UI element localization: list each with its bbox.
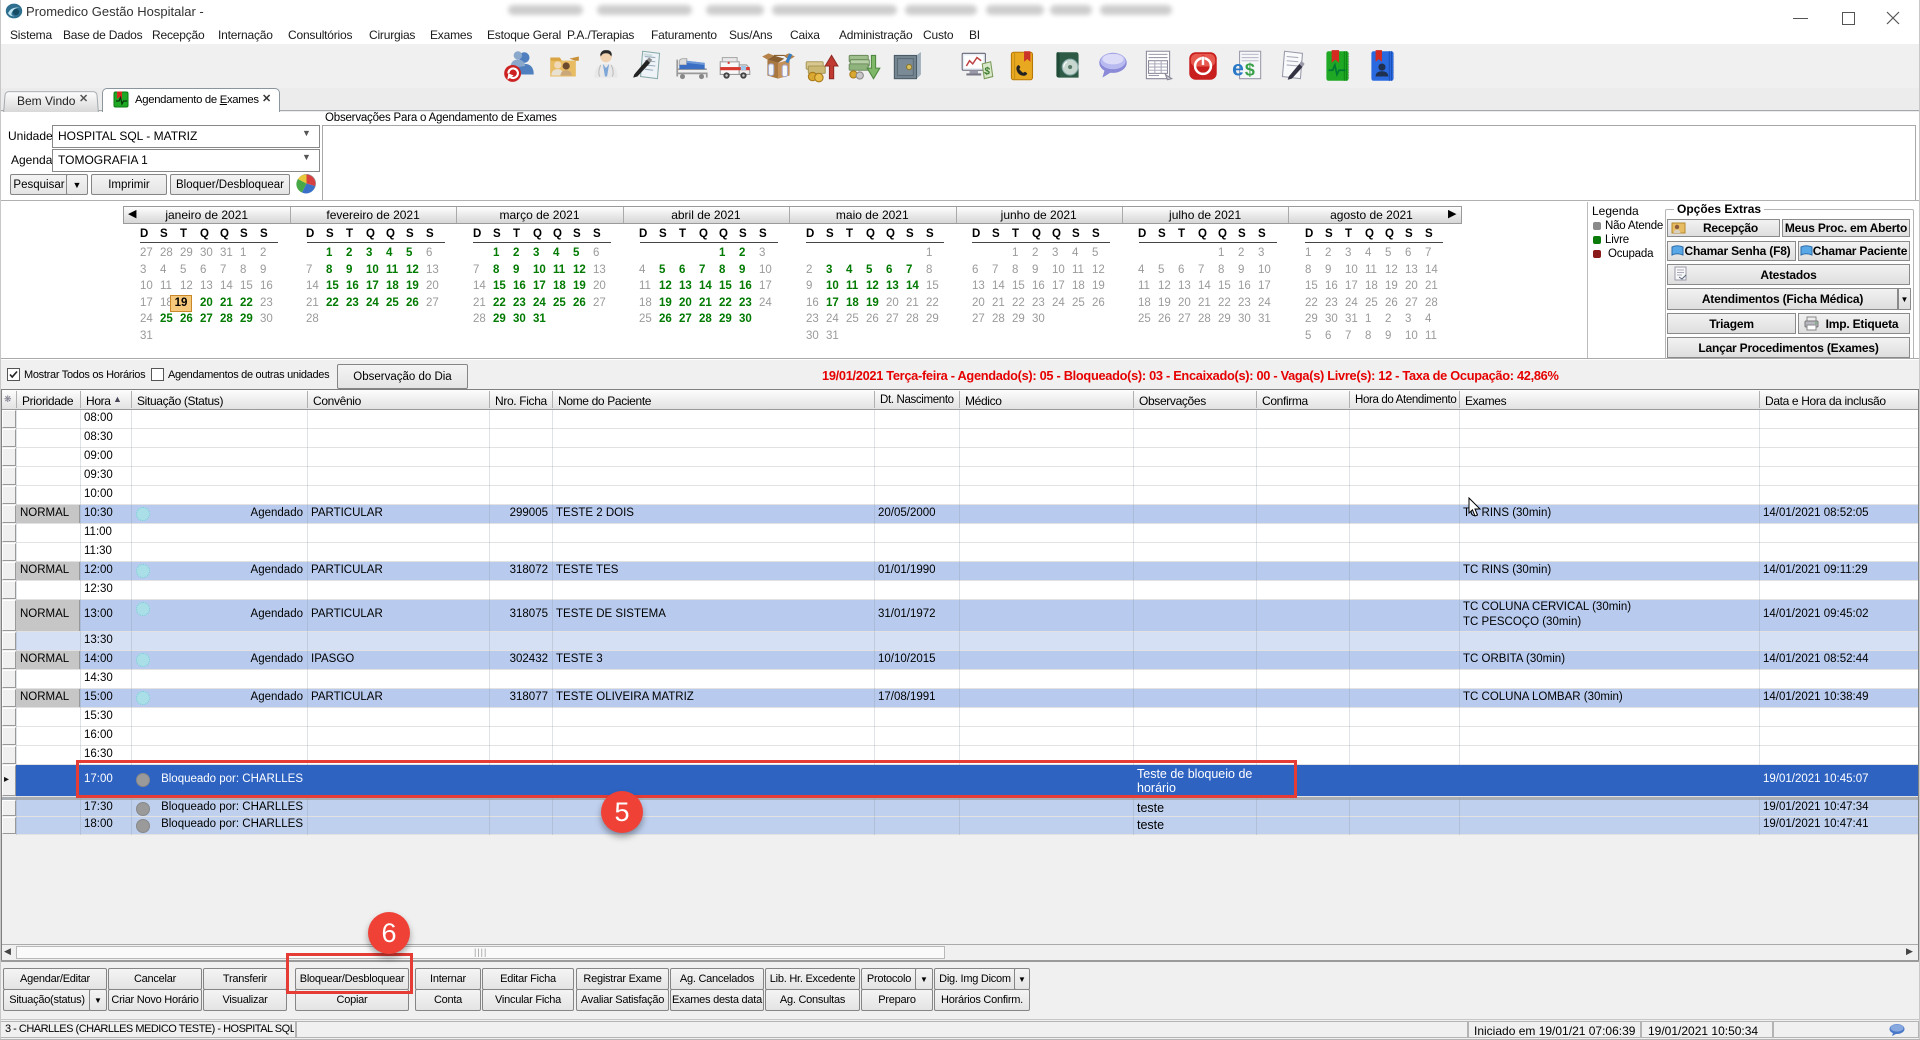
svg-text:e: e: [1232, 58, 1244, 81]
svg-text:$: $: [1245, 60, 1255, 80]
